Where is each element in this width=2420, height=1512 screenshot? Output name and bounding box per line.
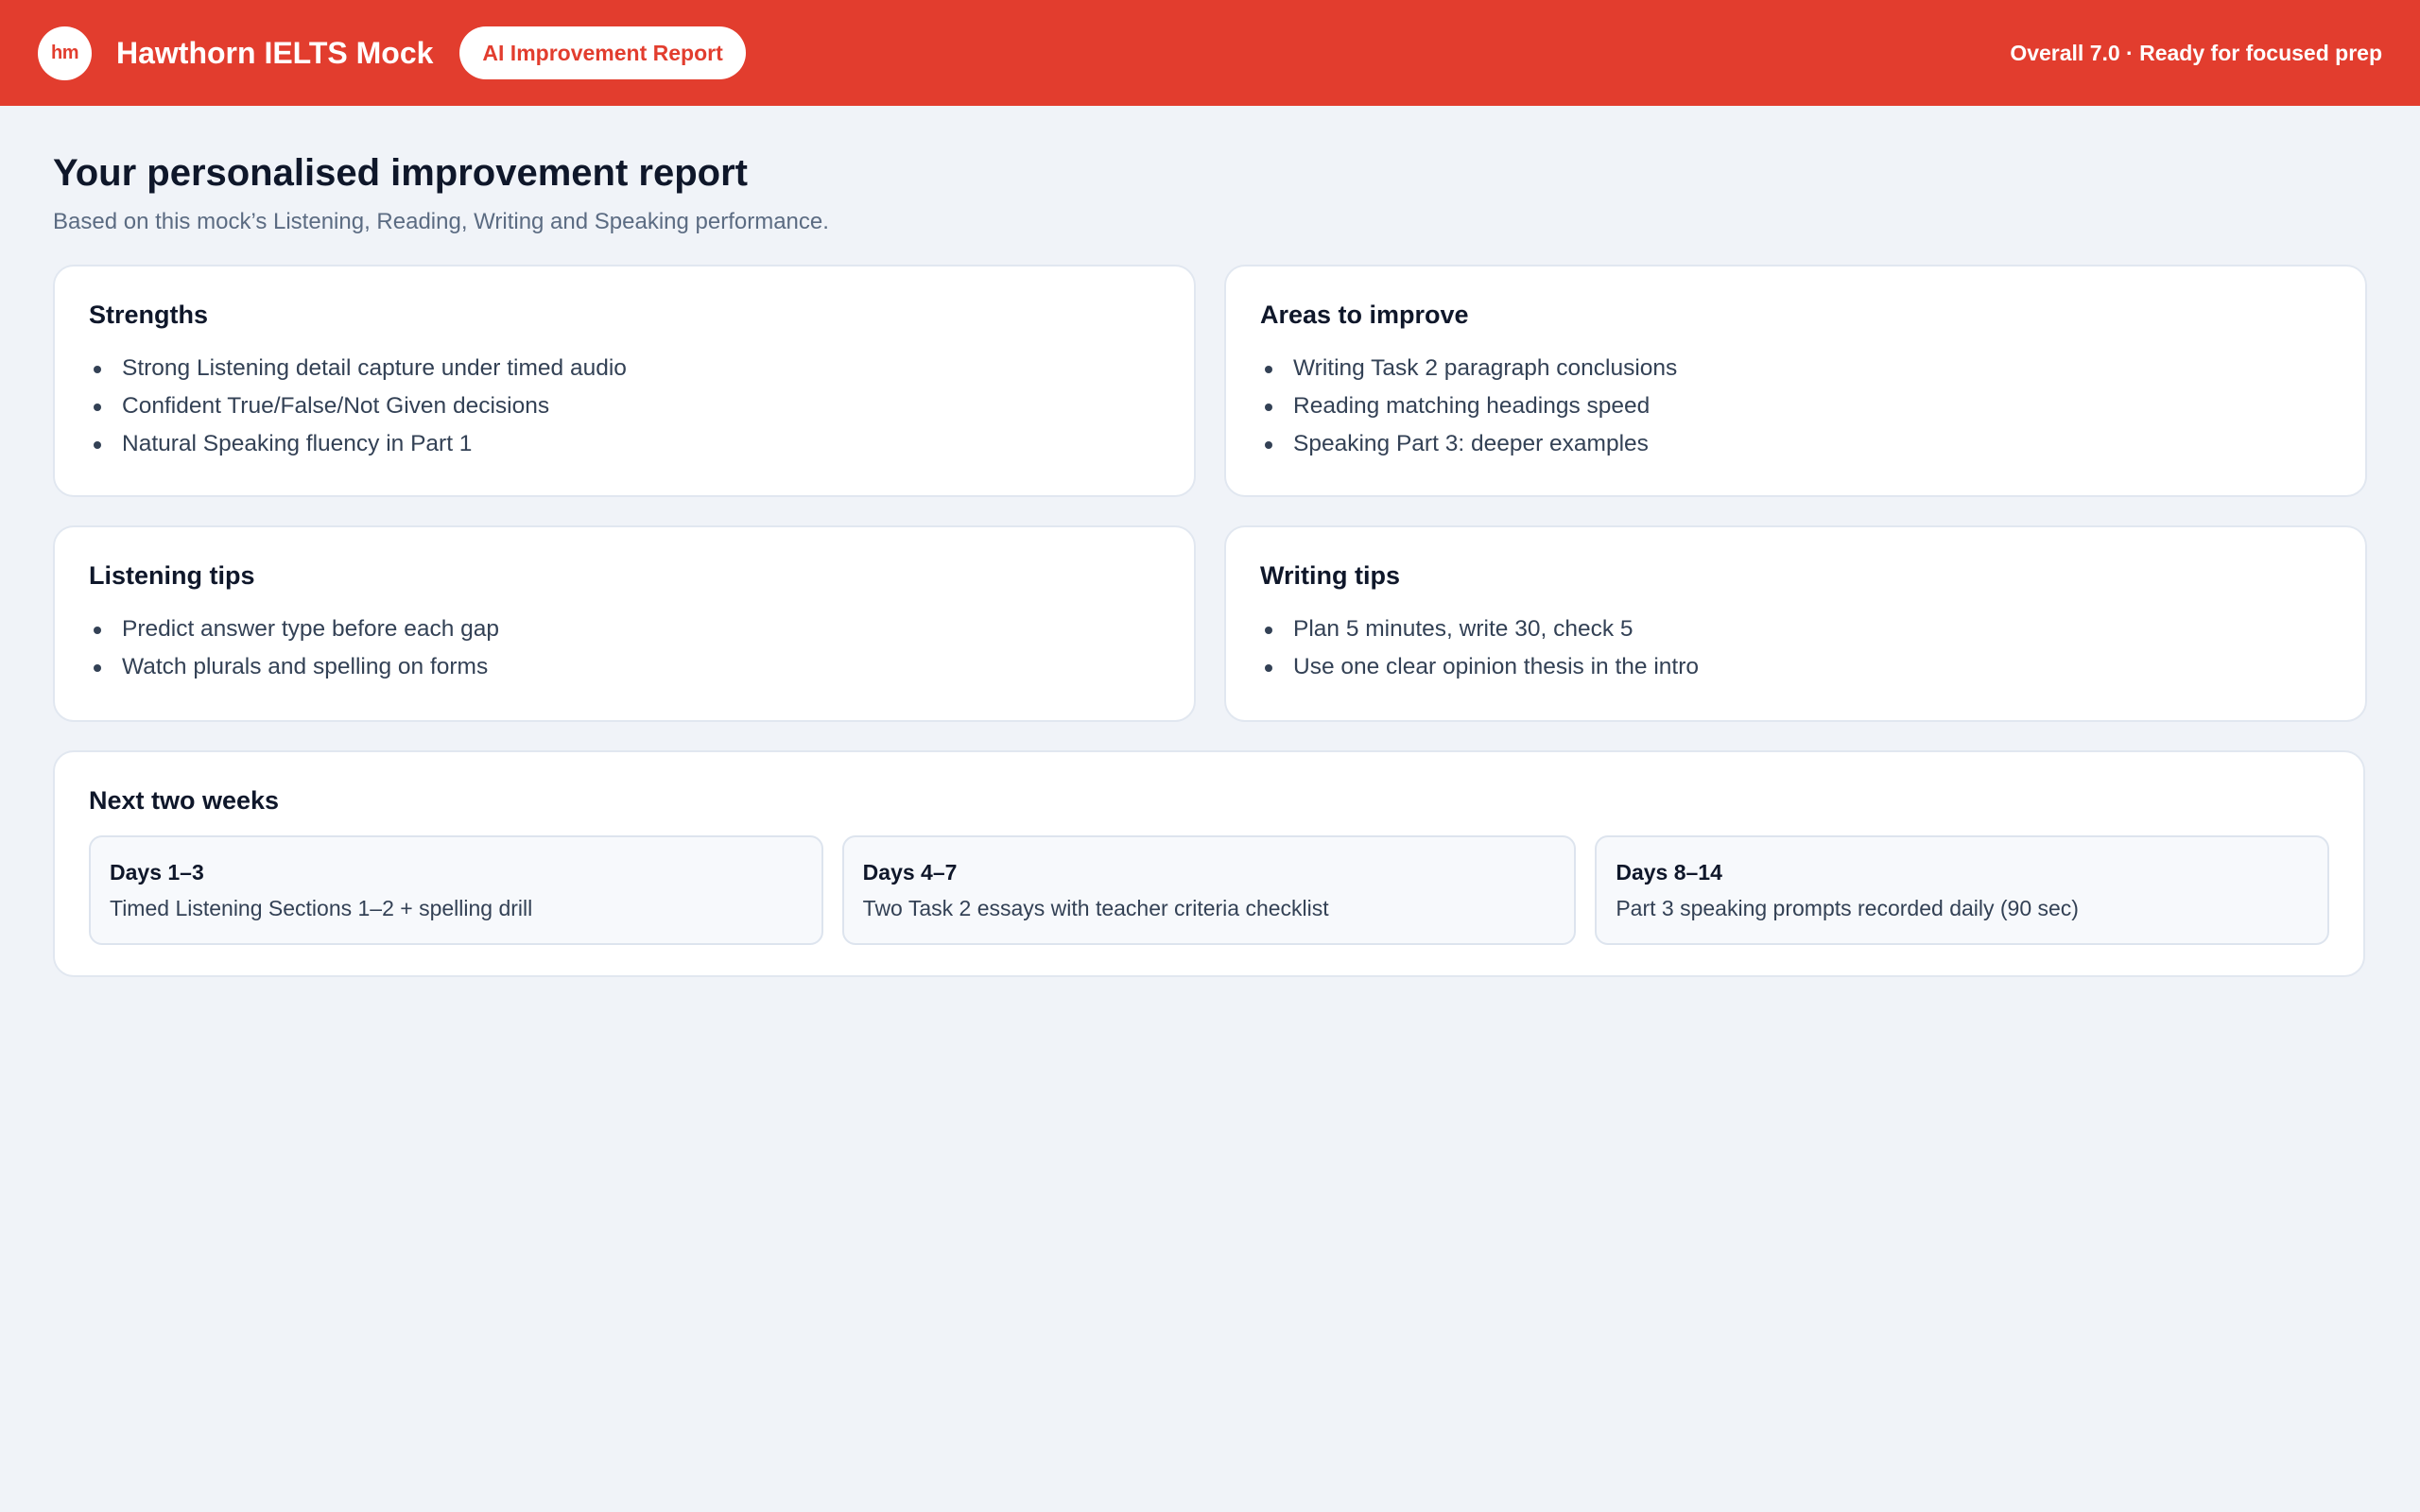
plan-days: Days 4–7 — [862, 860, 958, 885]
main-content: Your personalised improvement report Bas… — [53, 149, 2367, 977]
writing-tips-card: Writing tips Plan 5 minutes, write 30, c… — [1224, 525, 2367, 722]
app-logo[interactable]: hm — [38, 26, 92, 80]
overall-status: Overall 7.0 · Ready for focused prep — [2010, 40, 2382, 65]
plan-block: Days 8–14 Part 3 speaking prompts record… — [1595, 835, 2330, 945]
list-item: Writing Task 2 paragraph conclusions — [1260, 350, 2331, 387]
plan-block: Days 1–3 Timed Listening Sections 1–2 + … — [89, 835, 823, 945]
list-item: Speaking Part 3: deeper examples — [1260, 425, 2331, 463]
list-item: Predict answer type before each gap — [89, 610, 1160, 648]
plan-days: Days 8–14 — [1616, 860, 1722, 885]
listening-tips-title: Listening tips — [89, 561, 255, 590]
list-item: Plan 5 minutes, write 30, check 5 — [1260, 610, 2331, 648]
report-grid: Strengths Strong Listening detail captur… — [53, 265, 2367, 722]
plan-description: Part 3 speaking prompts recorded daily (… — [1616, 896, 2079, 920]
writing-tips-title: Writing tips — [1260, 561, 1400, 590]
page-title: Your personalised improvement report — [53, 152, 748, 194]
list-item: Watch plurals and spelling on forms — [89, 648, 1160, 686]
plan-row: Days 1–3 Timed Listening Sections 1–2 + … — [89, 835, 2330, 945]
list-item: Strong Listening detail capture under ti… — [89, 350, 1160, 387]
areas-list: Writing Task 2 paragraph conclusions Rea… — [1260, 350, 2331, 463]
top-bar: hm Hawthorn IELTS Mock AI Improvement Re… — [0, 0, 2420, 106]
list-item: Confident True/False/Not Given decisions — [89, 387, 1160, 425]
plan-description: Timed Listening Sections 1–2 + spelling … — [110, 896, 533, 920]
strengths-title: Strengths — [89, 301, 209, 329]
list-item: Natural Speaking fluency in Part 1 — [89, 425, 1160, 463]
list-item: Reading matching headings speed — [1260, 387, 2331, 425]
plan-card: Next two weeks Days 1–3 Timed Listening … — [53, 750, 2365, 977]
page-subtitle: Based on this mock’s Listening, Reading,… — [53, 209, 829, 234]
list-item: Use one clear opinion thesis in the intr… — [1260, 648, 2331, 686]
listening-tips-card: Listening tips Predict answer type befor… — [53, 525, 1196, 722]
plan-block: Days 4–7 Two Task 2 essays with teacher … — [841, 835, 1577, 945]
plan-days: Days 1–3 — [110, 860, 204, 885]
areas-title: Areas to improve — [1260, 301, 1469, 329]
strengths-list: Strong Listening detail capture under ti… — [89, 350, 1160, 463]
report-pill[interactable]: AI Improvement Report — [459, 26, 746, 79]
listening-tips-list: Predict answer type before each gap Watc… — [89, 610, 1160, 686]
app-title: Hawthorn IELTS Mock — [116, 35, 434, 70]
areas-card: Areas to improve Writing Task 2 paragrap… — [1224, 265, 2367, 497]
plan-title: Next two weeks — [89, 786, 280, 815]
strengths-card: Strengths Strong Listening detail captur… — [53, 265, 1196, 497]
plan-description: Two Task 2 essays with teacher criteria … — [862, 896, 1329, 920]
writing-tips-list: Plan 5 minutes, write 30, check 5 Use on… — [1260, 610, 2331, 686]
